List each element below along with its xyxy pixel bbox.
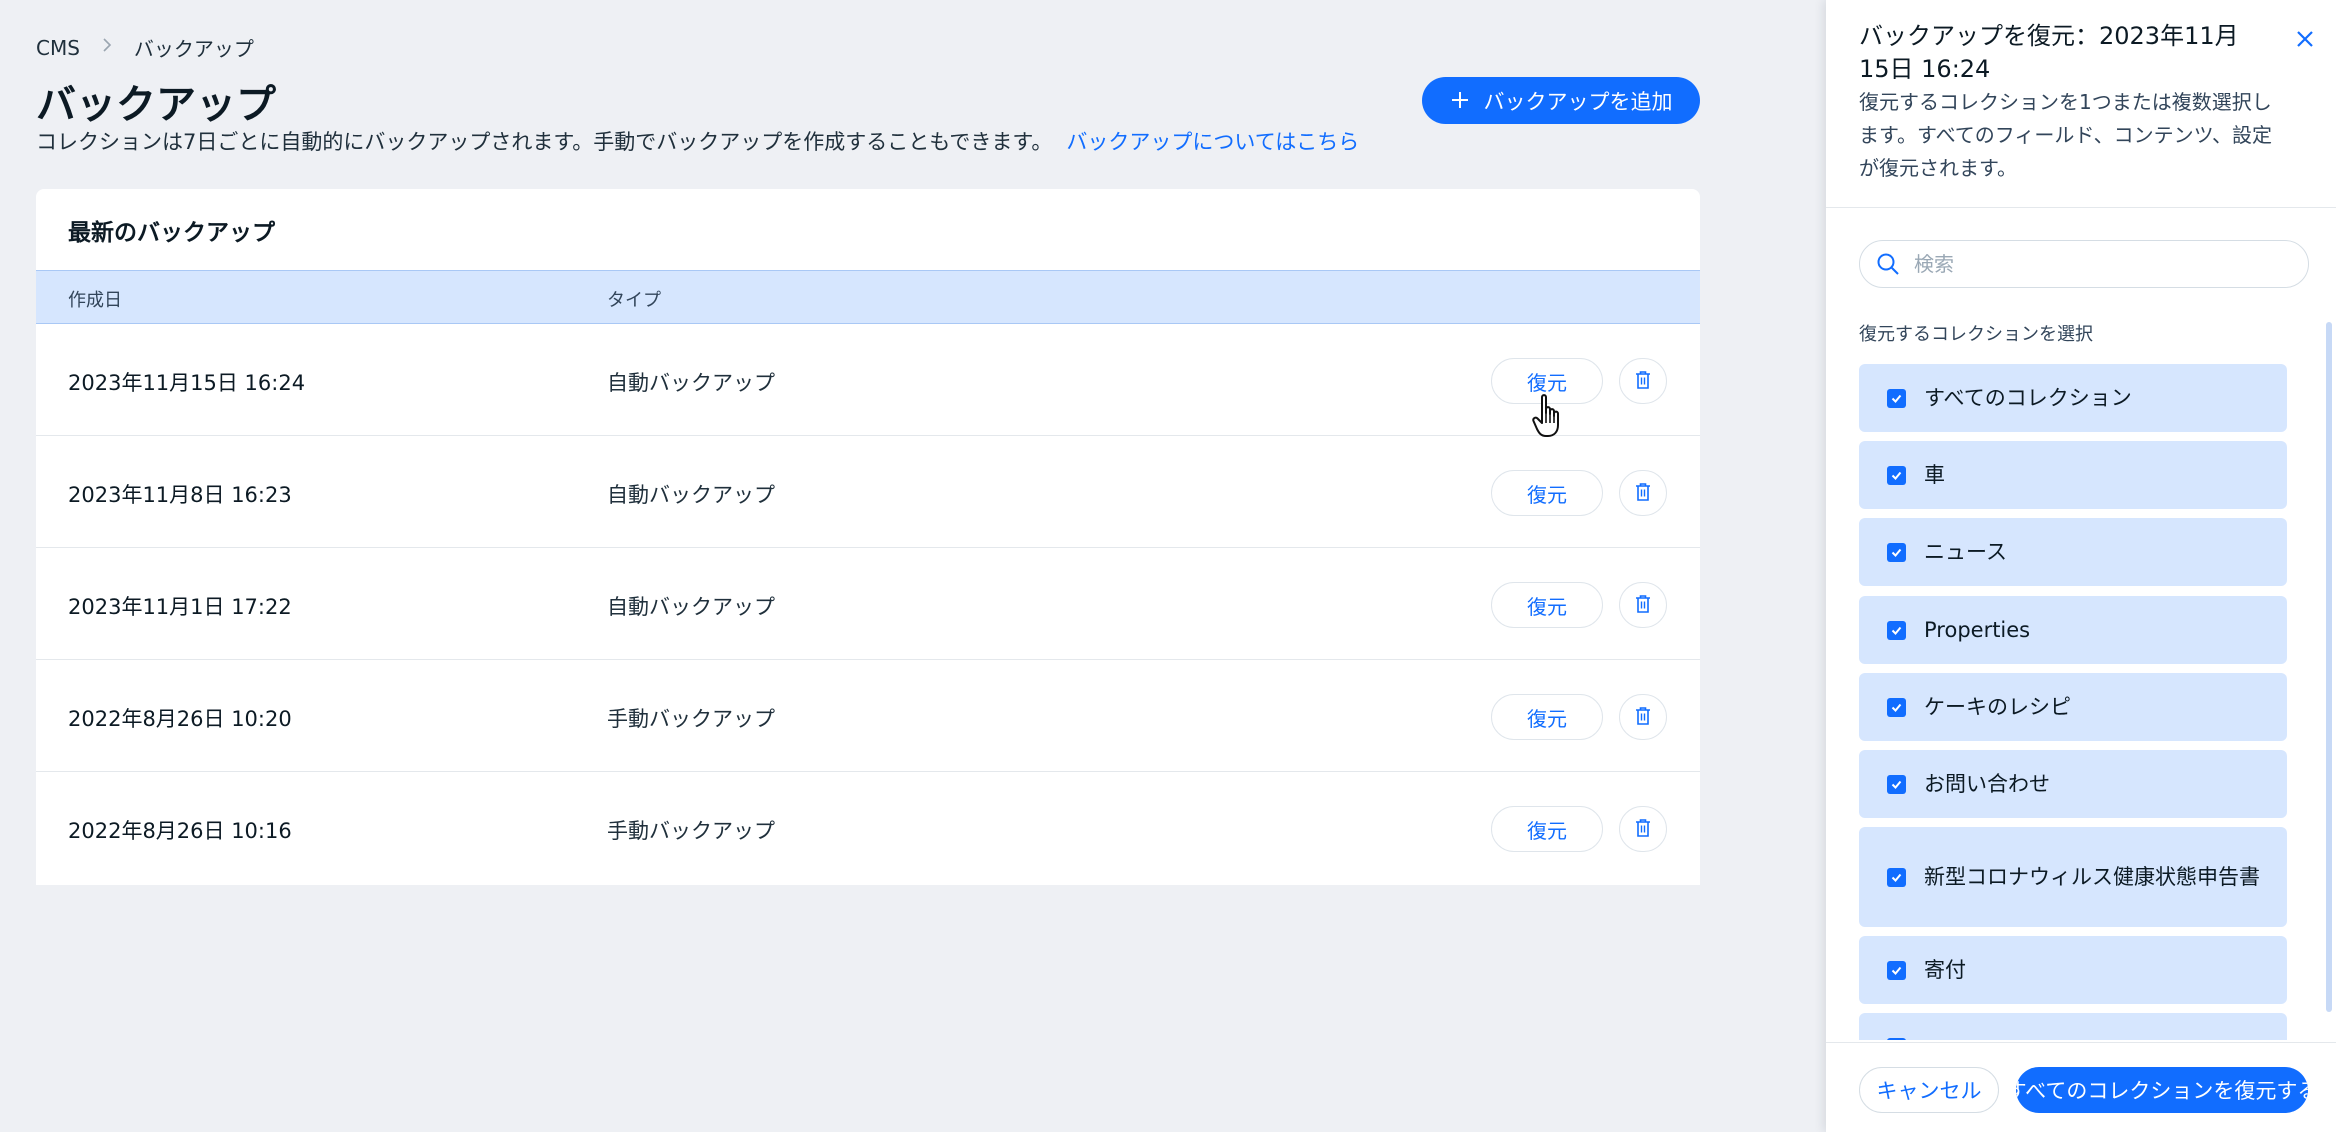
table-row: 2022年8月26日 10:16 手動バックアップ 復元 — [36, 772, 1700, 884]
restore-button[interactable]: 復元 — [1491, 470, 1603, 516]
breadcrumb-current: バックアップ — [133, 37, 254, 61]
restore-all-label: すべてのコレクションを復元する — [2016, 1079, 2308, 1103]
checkbox-checked-icon[interactable] — [1887, 1037, 1906, 1040]
plus-icon — [1450, 87, 1470, 115]
collection-label: 新型コロナウィルス健康状態申告書 — [1924, 865, 2260, 889]
row-type: 自動バックアップ — [607, 371, 775, 395]
chevron-right-icon — [102, 37, 112, 58]
row-type: 自動バックアップ — [607, 595, 775, 619]
restore-panel: バックアップを復元：2023年11月15日 16:24 復元するコレクションを1… — [1826, 0, 2336, 1132]
search-box — [1859, 240, 2309, 288]
close-icon — [2296, 30, 2314, 51]
row-date: 2023年11月1日 17:22 — [68, 595, 292, 619]
table-row: 2022年8月26日 10:20 手動バックアップ 復元 — [36, 660, 1700, 772]
trash-icon — [1635, 370, 1651, 393]
collection-item[interactable] — [1859, 1013, 2287, 1040]
page-title: バックアップ — [36, 82, 276, 128]
collection-label: Properties — [1924, 618, 2031, 642]
select-collections-label: 復元するコレクションを選択 — [1859, 324, 2093, 345]
collection-item[interactable]: ケーキのレシピ — [1859, 673, 2287, 741]
collection-item[interactable]: Properties — [1859, 596, 2287, 664]
collection-label: ニュース — [1924, 540, 2007, 564]
table-row: 2023年11月15日 16:24 自動バックアップ 復元 — [36, 324, 1700, 436]
panel-scrollbar[interactable] — [2326, 322, 2332, 1012]
table-header: 作成日 タイプ — [36, 270, 1700, 324]
column-type: タイプ — [607, 290, 661, 311]
row-date: 2023年11月8日 16:23 — [68, 483, 292, 507]
add-backup-button[interactable]: バックアップを追加 — [1422, 77, 1700, 124]
delete-button[interactable] — [1619, 694, 1667, 740]
trash-icon — [1635, 594, 1651, 617]
close-button[interactable] — [2289, 24, 2321, 56]
checkbox-checked-icon[interactable] — [1887, 960, 1906, 980]
checkbox-checked-icon[interactable] — [1887, 867, 1906, 887]
collection-label: 車 — [1924, 463, 1945, 487]
search-icon — [1874, 250, 1902, 278]
backups-card: 最新のバックアップ 作成日 タイプ 2023年11月15日 16:24 自動バッ… — [36, 189, 1700, 885]
restore-all-button[interactable]: すべてのコレクションを復元する — [2016, 1067, 2308, 1113]
collection-item[interactable]: お問い合わせ — [1859, 750, 2287, 818]
trash-icon — [1635, 706, 1651, 729]
add-backup-label: バックアップを追加 — [1483, 89, 1673, 114]
table-row: 2023年11月8日 16:23 自動バックアップ 復元 — [36, 436, 1700, 548]
collection-label: お問い合わせ — [1924, 772, 2050, 796]
checkbox-checked-icon[interactable] — [1887, 774, 1906, 794]
cancel-button[interactable]: キャンセル — [1859, 1067, 1999, 1113]
restore-button[interactable]: 復元 — [1491, 582, 1603, 628]
trash-icon — [1635, 482, 1651, 505]
delete-button[interactable] — [1619, 582, 1667, 628]
collection-label: 寄付 — [1924, 958, 1966, 982]
subtitle-text: コレクションは7日ごとに自動的にバックアップされます。手動でバックアップを作成す… — [36, 130, 1053, 154]
row-date: 2022年8月26日 10:20 — [68, 707, 292, 731]
row-type: 自動バックアップ — [607, 483, 775, 507]
breadcrumb: CMS バックアップ — [36, 33, 254, 62]
collection-item[interactable]: 車 — [1859, 441, 2287, 509]
trash-icon — [1635, 818, 1651, 841]
collections-list: すべてのコレクション 車 ニュース Properties ケーキのレシピ お問い… — [1859, 364, 2287, 1040]
delete-button[interactable] — [1619, 806, 1667, 852]
delete-button[interactable] — [1619, 358, 1667, 404]
collection-label: ケーキのレシピ — [1924, 695, 2071, 719]
checkbox-checked-icon[interactable] — [1887, 465, 1906, 485]
checkbox-checked-icon[interactable] — [1887, 620, 1906, 640]
collection-item[interactable]: 新型コロナウィルス健康状態申告書 — [1859, 827, 2287, 927]
panel-title: バックアップを復元：2023年11月15日 16:24 — [1859, 22, 2239, 83]
breadcrumb-cms[interactable]: CMS — [36, 36, 80, 60]
column-created: 作成日 — [68, 290, 122, 311]
delete-button[interactable] — [1619, 470, 1667, 516]
checkbox-checked-icon[interactable] — [1887, 388, 1906, 408]
collection-item[interactable]: ニュース — [1859, 518, 2287, 586]
table-row: 2023年11月1日 17:22 自動バックアップ 復元 — [36, 548, 1700, 660]
row-type: 手動バックアップ — [607, 707, 775, 731]
main-area: CMS バックアップ バックアップ コレクションは7日ごとに自動的にバックアップ… — [0, 0, 1826, 1132]
checkbox-checked-icon[interactable] — [1887, 697, 1906, 717]
row-date: 2023年11月15日 16:24 — [68, 371, 306, 395]
collection-item[interactable]: 寄付 — [1859, 936, 2287, 1004]
collection-label: すべてのコレクション — [1924, 386, 2132, 410]
hand-cursor-icon — [1532, 393, 1568, 445]
learn-more-link[interactable]: バックアップについてはこちら — [1066, 130, 1359, 154]
restore-button[interactable]: 復元 — [1491, 694, 1603, 740]
search-input[interactable] — [1912, 251, 2276, 277]
row-date: 2022年8月26日 10:16 — [68, 819, 292, 843]
divider — [1826, 1042, 2336, 1043]
checkbox-checked-icon[interactable] — [1887, 542, 1906, 562]
row-type: 手動バックアップ — [607, 819, 775, 843]
divider — [1826, 207, 2336, 208]
restore-button[interactable]: 復元 — [1491, 806, 1603, 852]
collection-item[interactable]: すべてのコレクション — [1859, 364, 2287, 432]
panel-description: 復元するコレクションを1つまたは複数選択します。すべてのフィールド、コンテンツ、… — [1859, 90, 2272, 180]
card-title: 最新のバックアップ — [68, 220, 275, 246]
page-subtitle: コレクションは7日ごとに自動的にバックアップされます。手動でバックアップを作成す… — [36, 126, 1359, 156]
